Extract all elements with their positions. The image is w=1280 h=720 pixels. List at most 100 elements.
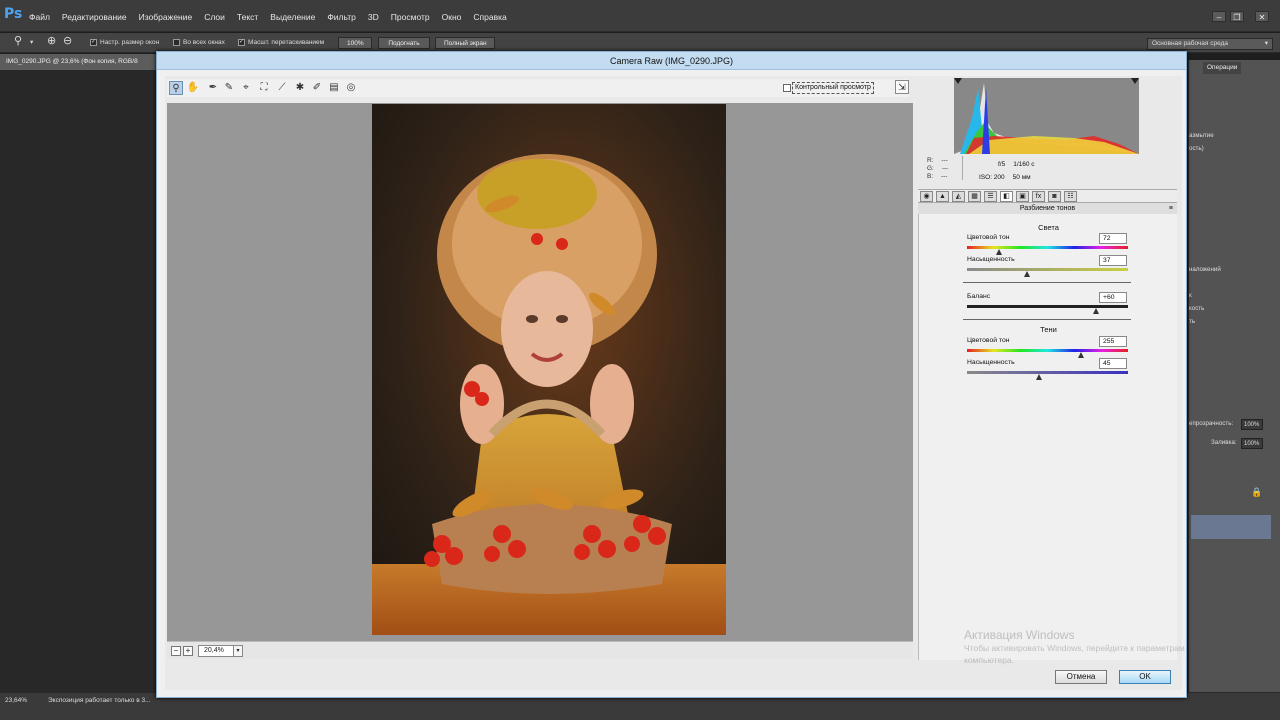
shadows-hue-label: Цветовой тон [967,337,1010,344]
target-adjust-icon[interactable]: ⌖ [239,81,253,95]
chevron-down-icon: ▾ [1264,40,1268,47]
watermark-line2: компьютера. [964,655,1014,665]
balance-slider[interactable] [967,305,1128,308]
fit-screen-button[interactable]: Подогнать [378,37,430,49]
tab-basic[interactable]: ◉ [920,191,933,202]
tab-detail[interactable]: ◭ [952,191,965,202]
minimize-button[interactable]: – [1212,11,1226,22]
hand-tool-icon[interactable]: ✋ [186,81,200,95]
zoom-in-icon[interactable]: ⊕ [47,35,56,47]
menu-window[interactable]: Окно [441,10,463,24]
opacity-field[interactable]: 100% [1241,419,1263,430]
menu-filter[interactable]: Фильтр [326,10,357,24]
scrubby-zoom-label: Масшт. перетаскиванием [248,39,325,46]
menu-layers[interactable]: Слои [203,10,226,24]
resize-windows-checkbox[interactable]: ✓ Настр. размер окон [90,37,159,49]
trash-icon[interactable]: ▤ [327,81,341,95]
zoom-out-button[interactable]: − [171,646,181,656]
panel-text: наложений [1189,266,1221,273]
zoom-level-field[interactable]: 20,4% [198,645,238,657]
zoom-100-button[interactable]: 100% [338,37,372,49]
tab-hsl[interactable]: ▦ [968,191,981,202]
slider-thumb[interactable] [996,249,1003,255]
preview-checkbox[interactable]: Контрольный просмотр [783,82,874,94]
tab-effects[interactable]: ▣ [1016,191,1029,202]
highlights-hue-field[interactable]: 72 [1099,233,1127,244]
shadows-hue-slider[interactable] [967,349,1128,352]
menu-bar: Ps Файл Редактирование Изображение Слои … [0,0,1280,32]
tab-actions[interactable]: Операции [1203,62,1242,74]
highlights-saturation-slider[interactable] [967,268,1128,271]
workspace-select[interactable]: Основная рабочая среда ▾ [1147,38,1273,50]
tab-split-toning[interactable]: ☰ [984,191,997,202]
menu-image[interactable]: Изображение [138,10,194,24]
adjustment-tabs: ◉ ▲ ◭ ▦ ☰ ◧ ▣ fx ◙ ☷ [918,189,1177,203]
tab-camera-calibration[interactable]: ◙ [1048,191,1061,202]
menu-3d[interactable]: 3D [367,10,380,24]
spot-removal-icon[interactable]: ✱ [293,81,307,95]
tab-tone-curve[interactable]: ▲ [936,191,949,202]
panel-text: кость [1189,305,1205,312]
preview-label: Контрольный просмотр [795,84,871,91]
portrait-photo [372,104,726,635]
tab-lens[interactable]: ◧ [1000,191,1013,202]
zoom-tool-icon[interactable]: ⚲ [169,81,183,95]
menu-select[interactable]: Выделение [269,10,316,24]
highlights-hue-slider[interactable] [967,246,1128,249]
straighten-icon[interactable]: ⟋ [275,81,289,95]
checkmark-icon: ✓ [90,38,97,46]
tab-presets[interactable]: ☷ [1064,191,1077,202]
crop-icon[interactable]: ⛶ [257,81,271,95]
balance-field[interactable]: +60 [1099,292,1127,303]
checkbox-icon [173,38,180,46]
status-zoom[interactable]: 23,64% [5,697,27,704]
panel-menu-icon[interactable]: ≡ [1169,203,1173,214]
menu-view[interactable]: Просмотр [390,10,431,24]
fill-screen-button[interactable]: Полный экран [435,37,495,49]
menu-edit[interactable]: Редактирование [61,10,128,24]
fill-field[interactable]: 100% [1241,438,1263,449]
checkbox-icon [783,84,791,92]
selected-layer-row[interactable] [1191,515,1271,539]
slider-thumb[interactable] [1023,271,1030,277]
balance-label: Баланс [967,293,991,300]
shadows-saturation-slider[interactable] [967,371,1128,374]
settings-icon[interactable]: ◎ [344,81,358,95]
watermark-line1: Чтобы активировать Windows, перейдите к … [964,643,1185,653]
color-sampler-icon[interactable]: ✎ [222,81,236,95]
all-windows-checkbox[interactable]: Во всех окнах [173,37,225,49]
shadows-saturation-field[interactable]: 45 [1099,358,1127,369]
lock-icon: 🔒 [1251,487,1263,497]
chevron-down-icon[interactable]: ▾ [233,645,243,657]
fullscreen-icon[interactable]: ⇲ [895,80,909,94]
r-value: --- [941,157,948,164]
highlights-heading: Света [1038,223,1059,232]
all-windows-label: Во всех окнах [183,39,225,46]
adjust-brush-icon[interactable]: ✐ [310,81,324,95]
chevron-down-icon[interactable]: ▾ [30,37,33,49]
shadows-hue-field[interactable]: 255 [1099,336,1127,347]
image-preview-area [167,103,913,659]
tab-fx[interactable]: fx [1032,191,1045,202]
menu-file[interactable]: Файл [28,10,51,24]
resize-windows-label: Настр. размер окон [100,39,160,46]
highlights-saturation-field[interactable]: 37 [1099,255,1127,266]
cancel-button[interactable]: Отмена [1055,670,1107,684]
options-bar: ⚲ ▾ ⊕ ⊖ ✓ Настр. размер окон Во всех окна… [0,33,1280,53]
slider-thumb[interactable] [1078,352,1085,358]
menu-type[interactable]: Текст [236,10,259,24]
zoom-in-button[interactable]: + [183,646,193,656]
menu-help[interactable]: Справка [472,10,507,24]
scrubby-zoom-checkbox[interactable]: ✓ Масшт. перетаскиванием [238,37,324,49]
zoom-out-icon[interactable]: ⊖ [63,35,72,47]
zoom-tool-icon[interactable]: ⚲ [14,35,22,47]
restore-button[interactable]: ❐ [1230,11,1244,22]
slider-thumb[interactable] [1092,308,1099,314]
slider-thumb[interactable] [1036,374,1043,380]
ok-button[interactable]: OK [1119,670,1171,684]
document-tab[interactable]: IMG_0290.JPG @ 23,6% (Фон копия, RGB/8 [0,54,158,70]
dialog-title: Camera Raw (IMG_0290.JPG) [157,52,1186,70]
white-balance-icon[interactable]: ✒ [206,81,220,95]
right-panels: Операции азмытие ость) наложений к кость… [1188,60,1280,692]
close-button[interactable]: ✕ [1255,11,1269,22]
